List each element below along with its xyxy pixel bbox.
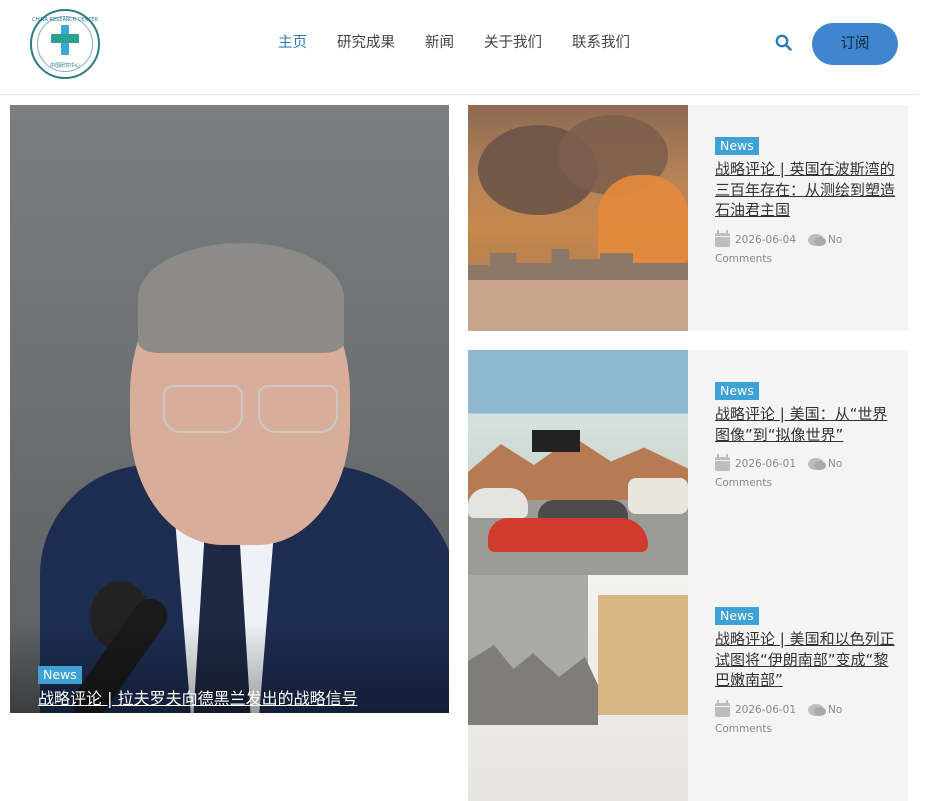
main-nav: 主页 研究成果 新闻 关于我们 联系我们 — [278, 33, 660, 53]
comments-icon — [808, 458, 827, 470]
nav-item-contact[interactable]: 联系我们 — [572, 33, 630, 53]
category-badge[interactable]: News — [715, 382, 759, 400]
nav-item-about[interactable]: 关于我们 — [484, 33, 542, 53]
subscribe-button[interactable]: 订阅 — [812, 23, 898, 65]
article-title-link[interactable]: 战略评论 | 美国和以色列正试图将“伊朗南部”变成“黎巴嫩南部” — [715, 629, 895, 691]
article-date: 2026-06-04 — [735, 233, 797, 246]
featured-article[interactable]: News 战略评论 | 拉夫罗夫向德黑兰发出的战略信号 — [10, 105, 449, 713]
comments-icon — [808, 703, 827, 716]
category-badge[interactable]: News — [715, 607, 759, 625]
article-date: 2026-06-01 — [735, 458, 797, 470]
logo-text-top: CHINA RESEARCH CENTER — [32, 17, 99, 23]
nav-item-news[interactable]: 新闻 — [425, 33, 454, 53]
logo-cross-horizontal — [51, 34, 79, 43]
site-logo[interactable]: CHINA RESEARCH CENTER 中国研究中心 — [30, 9, 100, 79]
article-title-link[interactable]: 战略评论 | 美国：从“世界图像”到“拟像世界” — [715, 404, 895, 445]
calendar-icon — [715, 229, 730, 247]
nav-item-research[interactable]: 研究成果 — [337, 33, 395, 53]
site-header: CHINA RESEARCH CENTER 中国研究中心 主页 研究成果 新闻 … — [0, 0, 918, 95]
article-meta: 2026-06-01 No Comments — [715, 699, 895, 739]
article-card: News 战略评论 | 英国在波斯湾的三百年存在：从测绘到塑造石油君主国 202… — [468, 105, 908, 331]
featured-title-link[interactable]: 战略评论 | 拉夫罗夫向德黑兰发出的战略信号 — [38, 688, 438, 710]
article-thumbnail[interactable] — [468, 350, 688, 576]
article-meta: 2026-06-01 No Comments — [715, 454, 895, 493]
article-thumbnail[interactable] — [468, 105, 688, 331]
calendar-icon — [715, 454, 730, 471]
comments-icon — [808, 233, 827, 246]
search-icon[interactable] — [774, 33, 794, 53]
article-meta: 2026-06-04 No Comments — [715, 229, 895, 269]
category-badge[interactable]: News — [715, 137, 759, 155]
article-body: News 战略评论 | 英国在波斯湾的三百年存在：从测绘到塑造石油君主国 202… — [715, 135, 895, 269]
article-card: News 战略评论 | 美国：从“世界图像”到“拟像世界” 2026-06-01… — [468, 350, 908, 576]
article-thumbnail[interactable] — [468, 575, 688, 801]
calendar-icon — [715, 699, 730, 717]
article-card: News 战略评论 | 美国和以色列正试图将“伊朗南部”变成“黎巴嫩南部” 20… — [468, 575, 908, 801]
article-date: 2026-06-01 — [735, 703, 797, 716]
article-title-link[interactable]: 战略评论 | 英国在波斯湾的三百年存在：从测绘到塑造石油君主国 — [715, 159, 895, 221]
featured-category-badge[interactable]: News — [38, 666, 82, 684]
article-body: News 战略评论 | 美国：从“世界图像”到“拟像世界” 2026-06-01… — [715, 380, 895, 493]
nav-item-home[interactable]: 主页 — [278, 33, 307, 53]
article-body: News 战略评论 | 美国和以色列正试图将“伊朗南部”变成“黎巴嫩南部” 20… — [715, 605, 895, 739]
logo-text-bottom: 中国研究中心 — [49, 63, 80, 69]
